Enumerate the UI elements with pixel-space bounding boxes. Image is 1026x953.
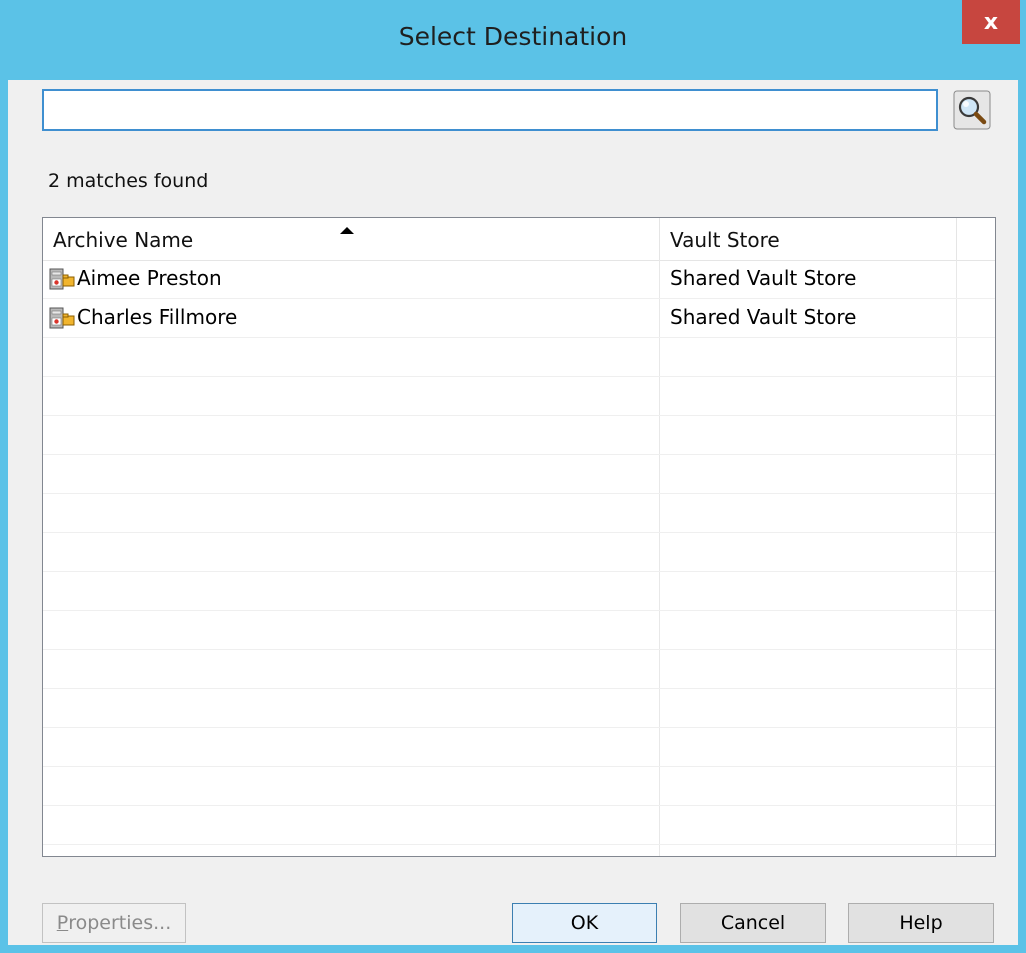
- empty-row: [43, 377, 995, 416]
- empty-row: [43, 650, 995, 689]
- search-input[interactable]: [42, 89, 938, 131]
- empty-row: [43, 533, 995, 572]
- dialog-title: Select Destination: [398, 22, 628, 51]
- list-rows: Aimee Preston Shared Vault Store Charles…: [43, 260, 995, 856]
- dialog-body: 2 matches found Archive Name Vault Store: [8, 80, 1018, 945]
- empty-row: [43, 338, 995, 377]
- empty-row: [43, 611, 995, 650]
- column-header-label: Vault Store: [670, 228, 780, 252]
- select-destination-dialog: Select Destination x 2 matches found Arc…: [0, 0, 1026, 953]
- column-header-vault-store[interactable]: Vault Store: [660, 218, 957, 260]
- archive-list[interactable]: Archive Name Vault Store Aimee Preston S…: [42, 217, 996, 857]
- sort-ascending-icon: [340, 227, 354, 234]
- archive-name-label: Aimee Preston: [77, 266, 222, 290]
- empty-row: [43, 494, 995, 533]
- vault-store-cell: Shared Vault Store: [660, 299, 957, 337]
- empty-row: [43, 689, 995, 728]
- table-row[interactable]: Aimee Preston Shared Vault Store: [43, 260, 995, 299]
- column-header-label: Archive Name: [53, 228, 194, 252]
- archive-name-cell: Charles Fillmore: [43, 299, 660, 337]
- empty-row: [43, 455, 995, 494]
- archive-name-cell: Aimee Preston: [43, 260, 660, 298]
- empty-row: [43, 767, 995, 806]
- properties-mnemonic: P: [56, 912, 69, 934]
- table-row[interactable]: Charles Fillmore Shared Vault Store: [43, 299, 995, 338]
- archive-icon: [49, 307, 75, 329]
- empty-row: [43, 845, 995, 856]
- empty-row: [43, 416, 995, 455]
- ok-button[interactable]: OK: [512, 903, 657, 943]
- properties-label: roperties...: [68, 912, 172, 934]
- match-count-label: 2 matches found: [48, 170, 209, 192]
- properties-button: Properties...: [42, 903, 186, 943]
- magnifier-icon: [953, 90, 991, 130]
- column-header-archive-name[interactable]: Archive Name: [43, 218, 660, 260]
- help-button[interactable]: Help: [848, 903, 994, 943]
- archive-icon: [49, 268, 75, 290]
- close-button[interactable]: x: [962, 0, 1020, 44]
- cancel-button[interactable]: Cancel: [680, 903, 826, 943]
- column-header-filler: [957, 218, 995, 260]
- empty-row: [43, 572, 995, 611]
- close-icon: x: [983, 9, 999, 35]
- vault-store-cell: Shared Vault Store: [660, 260, 957, 298]
- empty-row: [43, 728, 995, 767]
- archive-name-label: Charles Fillmore: [77, 305, 238, 329]
- list-header: Archive Name Vault Store: [43, 218, 995, 261]
- search-button[interactable]: [953, 90, 991, 130]
- empty-row: [43, 806, 995, 845]
- title-bar[interactable]: Select Destination x: [0, 0, 1026, 80]
